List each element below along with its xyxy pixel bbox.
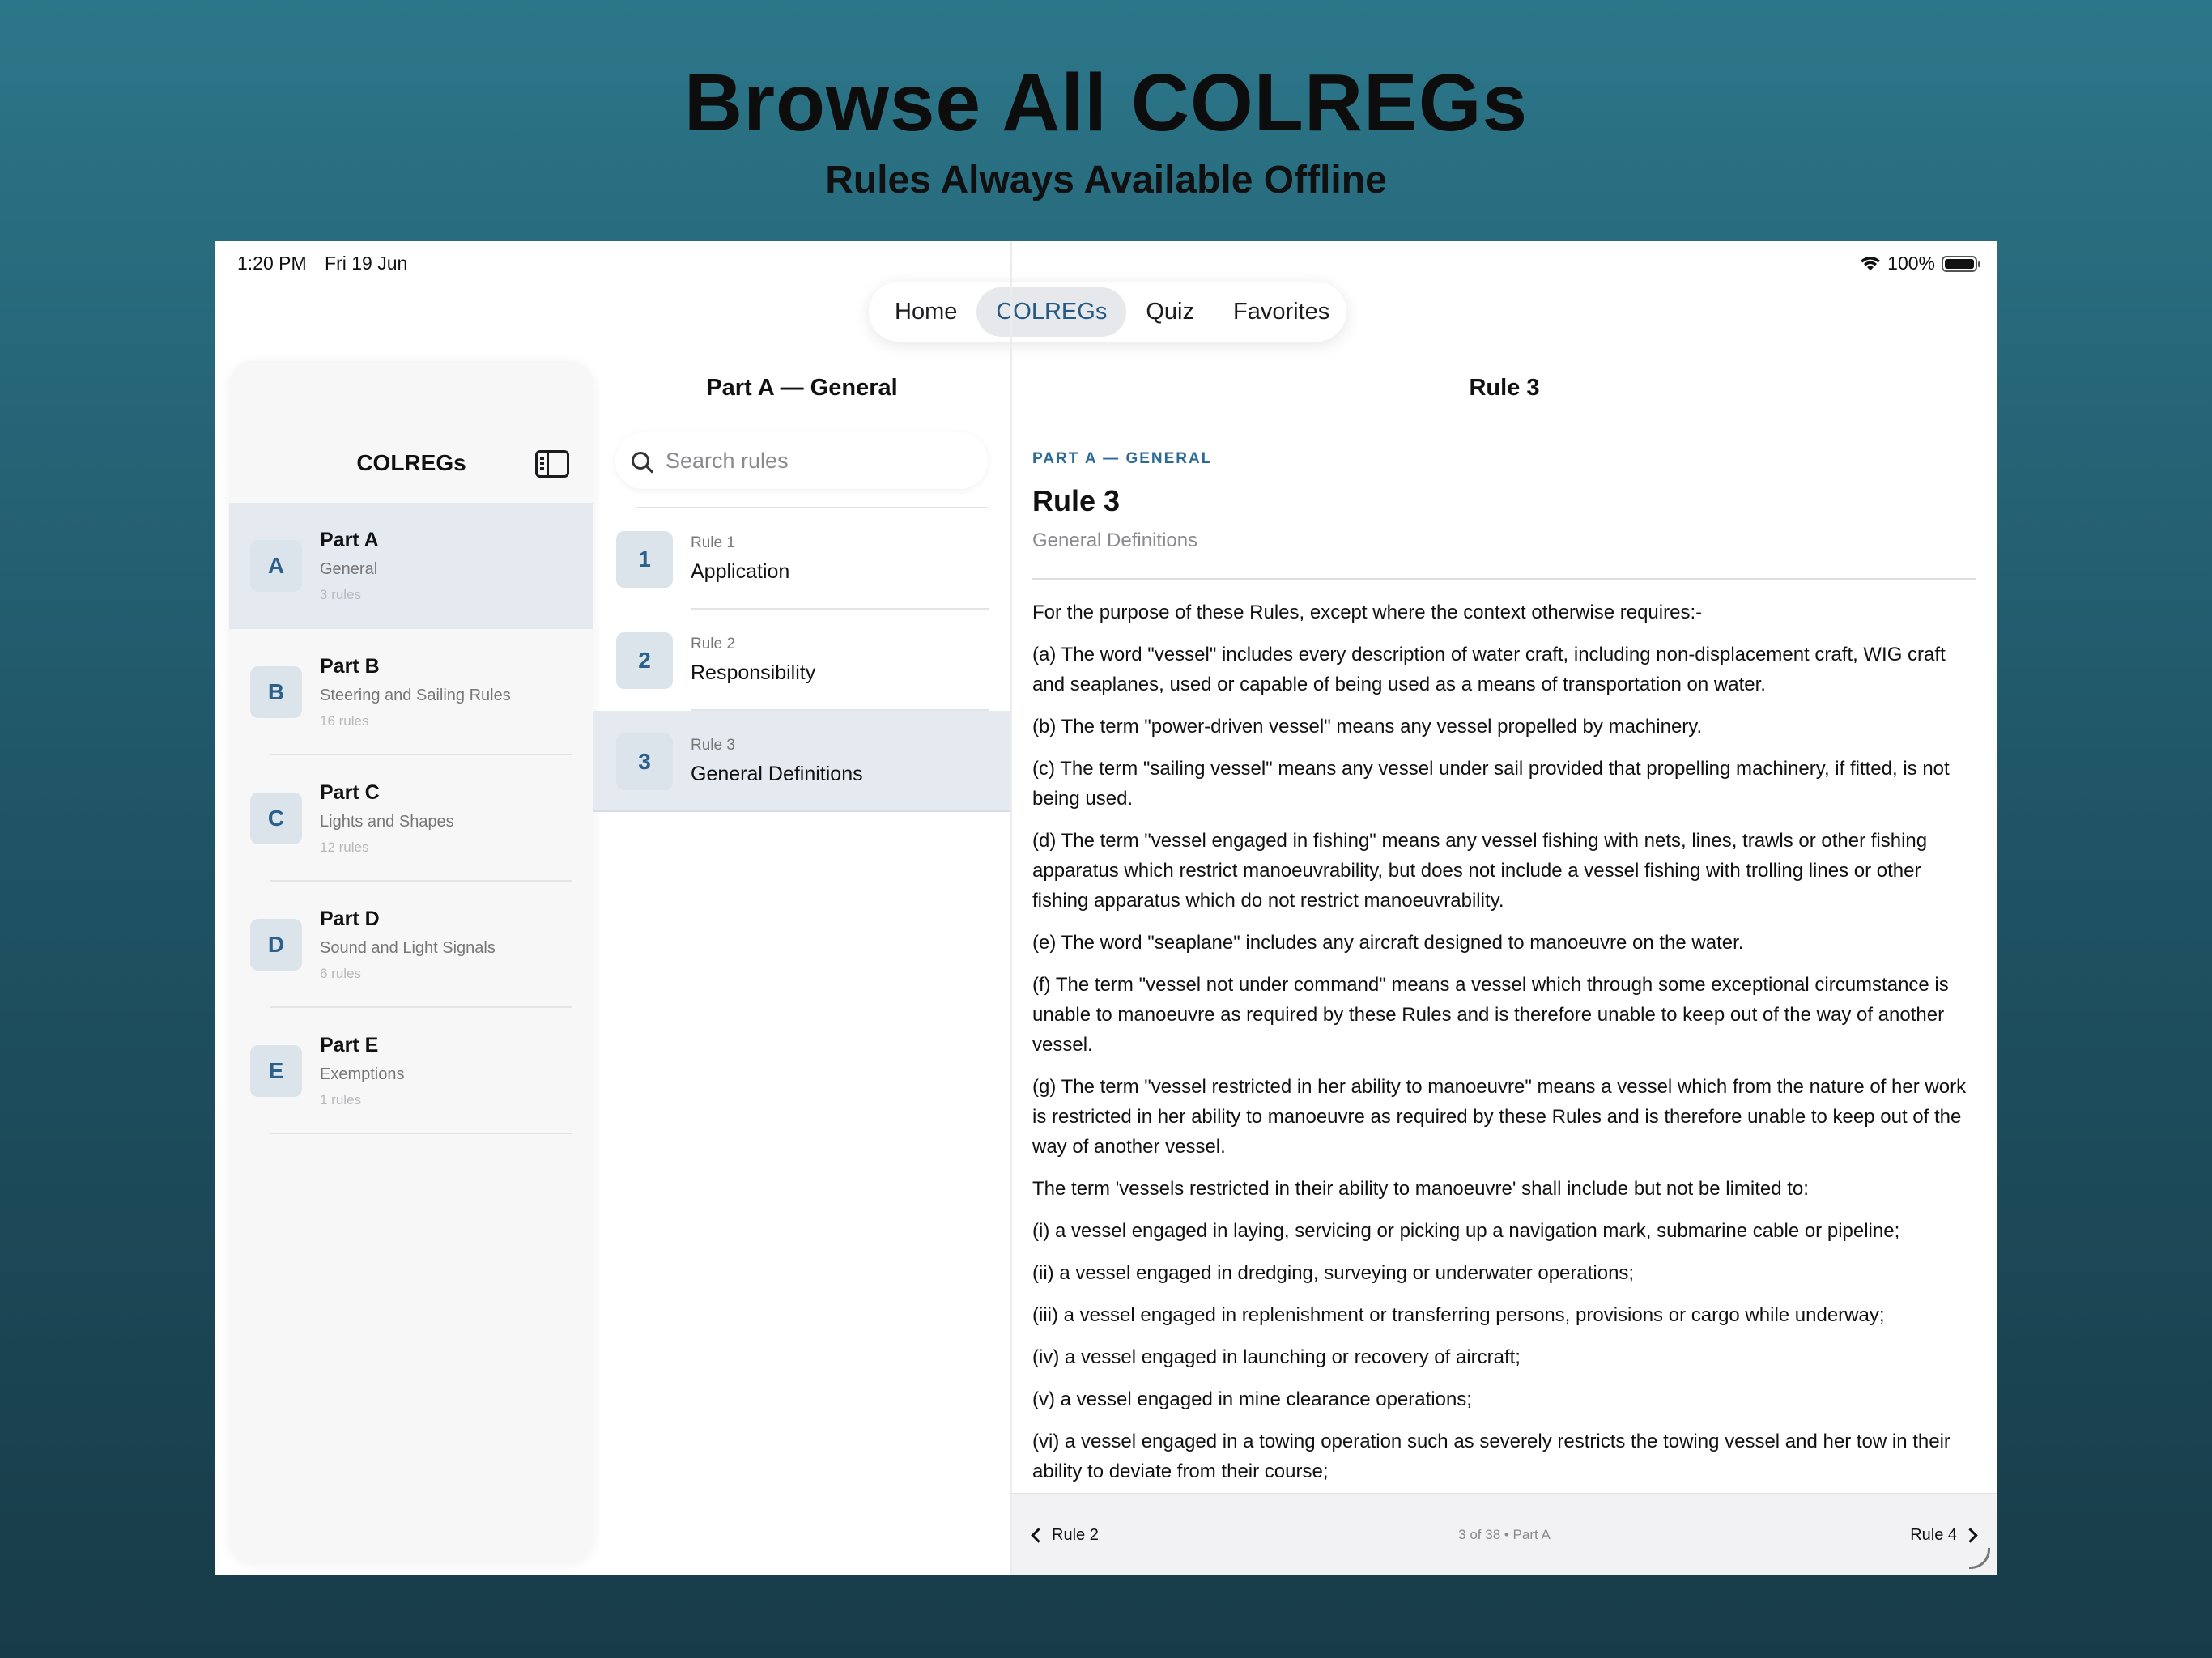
part-badge: E	[250, 1045, 302, 1097]
rule-paragraph: (vi) a vessel engaged in a towing operat…	[1032, 1431, 1950, 1482]
rule-name: Application	[691, 560, 790, 583]
status-bar-left: 1:20 PM Fri 19 Jun	[237, 253, 420, 274]
part-item-b[interactable]: B Part B Steering and Sailing Rules 16 r…	[229, 629, 593, 755]
rule-paragraph: (a) The word "vessel" includes every des…	[1032, 644, 1946, 695]
part-list: A Part A General 3 rules B Part B Steeri…	[229, 503, 593, 1134]
rule-position: 3 of 38 • Part A	[1458, 1527, 1551, 1542]
rule-paragraph: (ii) a vessel engaged in dredging, surve…	[1032, 1262, 1635, 1284]
part-subtitle: Lights and Shapes	[320, 813, 454, 831]
hero-subtitle: Rules Always Available Offline	[825, 159, 1387, 202]
rule-name: Responsibility	[691, 661, 816, 684]
part-rule-count: 16 rules	[320, 713, 369, 729]
part-item-e[interactable]: E Part E Exemptions 1 rules	[229, 1008, 593, 1134]
rule-number: Rule 1	[691, 534, 735, 551]
rule-badge: 2	[616, 631, 673, 689]
part-rule-count: 3 rules	[320, 587, 362, 602]
part-rule-count: 6 rules	[320, 966, 362, 981]
next-rule-button[interactable]: Rule 4	[1910, 1525, 1978, 1545]
rule-paragraph: (d) The term "vessel engaged in fishing"…	[1032, 830, 1928, 912]
ipad-screen: 1:20 PM Fri 19 Jun 100% Home COLREGs Qui…	[215, 241, 1997, 1575]
rule-detail: PART A — GENERAL Rule 3 General Definiti…	[1032, 450, 1976, 1499]
part-subtitle: Steering and Sailing Rules	[320, 687, 511, 704]
previous-rule-label: Rule 2	[1052, 1525, 1099, 1544]
part-rule-count: 12 rules	[320, 840, 369, 855]
rule-paragraph: (iv) a vessel engaged in launching or re…	[1032, 1346, 1521, 1368]
chevron-right-icon	[1963, 1527, 1978, 1543]
tab-home[interactable]: Home	[875, 287, 976, 337]
rule-number: Rule 2	[691, 636, 735, 653]
column-divider	[1010, 241, 1012, 1575]
part-subtitle: General	[320, 560, 378, 578]
rule-paragraph: (c) The term "sailing vessel" means any …	[1032, 758, 1950, 810]
rule-paragraph: For the purpose of these Rules, except w…	[1032, 602, 1703, 623]
top-tab-bar: Home COLREGs Quiz Favorites	[869, 282, 1346, 342]
part-title: Part E	[320, 1034, 379, 1056]
search-input[interactable]	[666, 448, 957, 474]
rule-number: Rule 3	[691, 737, 735, 754]
rule-badge: 1	[616, 530, 673, 588]
rule-name: General Definitions	[691, 763, 863, 785]
rule-footer: Rule 2 3 of 38 • Part A Rule 4	[1012, 1493, 1997, 1575]
detail-nav-title: Rule 3	[1469, 375, 1540, 401]
part-item-c[interactable]: C Part C Lights and Shapes 12 rules	[229, 755, 593, 882]
part-item-d[interactable]: D Part D Sound and Light Signals 6 rules	[229, 882, 593, 1008]
hero-title: Browse All COLREGs	[683, 57, 1529, 148]
part-badge: B	[250, 666, 302, 718]
part-title: Part A	[320, 529, 379, 551]
detail-subheading: General Definitions	[1032, 529, 1198, 551]
rule-paragraph: (i) a vessel engaged in laying, servicin…	[1032, 1220, 1900, 1242]
status-time: 1:20 PM	[237, 253, 307, 274]
part-title: Part B	[320, 655, 380, 678]
sidebar: COLREGs A Part A General 3 rules B Part …	[229, 361, 593, 1562]
status-bar-right: 100%	[1860, 253, 1980, 274]
previous-rule-button[interactable]: Rule 2	[1031, 1525, 1099, 1545]
part-title: Part C	[320, 781, 380, 804]
rule-list: 1 Rule 1 Application 2 Rule 2 Responsibi…	[593, 508, 1010, 812]
sidebar-toggle-icon[interactable]	[535, 450, 569, 478]
part-badge: D	[250, 919, 302, 971]
part-badge: A	[250, 540, 302, 592]
status-date: Fri 19 Jun	[325, 253, 408, 274]
rule-paragraph: (v) a vessel engaged in mine clearance o…	[1032, 1388, 1472, 1410]
part-item-a[interactable]: A Part A General 3 rules	[229, 503, 593, 629]
rule-item-3[interactable]: 3 Rule 3 General Definitions	[593, 711, 1010, 812]
search-bar[interactable]	[615, 432, 988, 489]
rule-list-title: Part A — General	[706, 375, 898, 401]
rule-badge: 3	[616, 733, 673, 790]
detail-heading: Rule 3	[1032, 484, 1121, 517]
battery-icon	[1942, 255, 1980, 272]
wifi-icon	[1861, 256, 1881, 270]
rule-paragraph: The term 'vessels restricted in their ab…	[1032, 1178, 1809, 1200]
rule-body: For the purpose of these Rules, except w…	[1032, 597, 1976, 1486]
battery-percent: 100%	[1887, 253, 1935, 274]
rule-paragraph: (iii) a vessel engaged in replenishment …	[1032, 1304, 1885, 1326]
rule-paragraph: (f) The term "vessel not under command" …	[1032, 974, 1949, 1056]
part-subtitle: Sound and Light Signals	[320, 939, 496, 957]
part-subtitle: Exemptions	[320, 1065, 405, 1083]
tab-favorites[interactable]: Favorites	[1214, 287, 1349, 337]
rule-paragraph: (b) The term "power-driven vessel" means…	[1032, 716, 1703, 738]
rule-item-1[interactable]: 1 Rule 1 Application	[593, 508, 1010, 610]
part-badge: C	[250, 793, 302, 844]
part-rule-count: 1 rules	[320, 1092, 362, 1107]
tab-colregs[interactable]: COLREGs	[976, 287, 1127, 337]
rule-paragraph: (g) The term "vessel restricted in her a…	[1032, 1076, 1967, 1158]
next-rule-label: Rule 4	[1910, 1525, 1957, 1544]
rule-paragraph: (e) The word "seaplane" includes any air…	[1032, 932, 1744, 954]
tab-quiz[interactable]: Quiz	[1126, 287, 1214, 337]
chevron-left-icon	[1031, 1527, 1046, 1543]
part-title: Part D	[320, 908, 380, 930]
rule-item-2[interactable]: 2 Rule 2 Responsibility	[593, 610, 1010, 711]
detail-eyebrow: PART A — GENERAL	[1032, 450, 1213, 467]
divider	[1032, 578, 1976, 580]
search-icon	[632, 452, 649, 470]
